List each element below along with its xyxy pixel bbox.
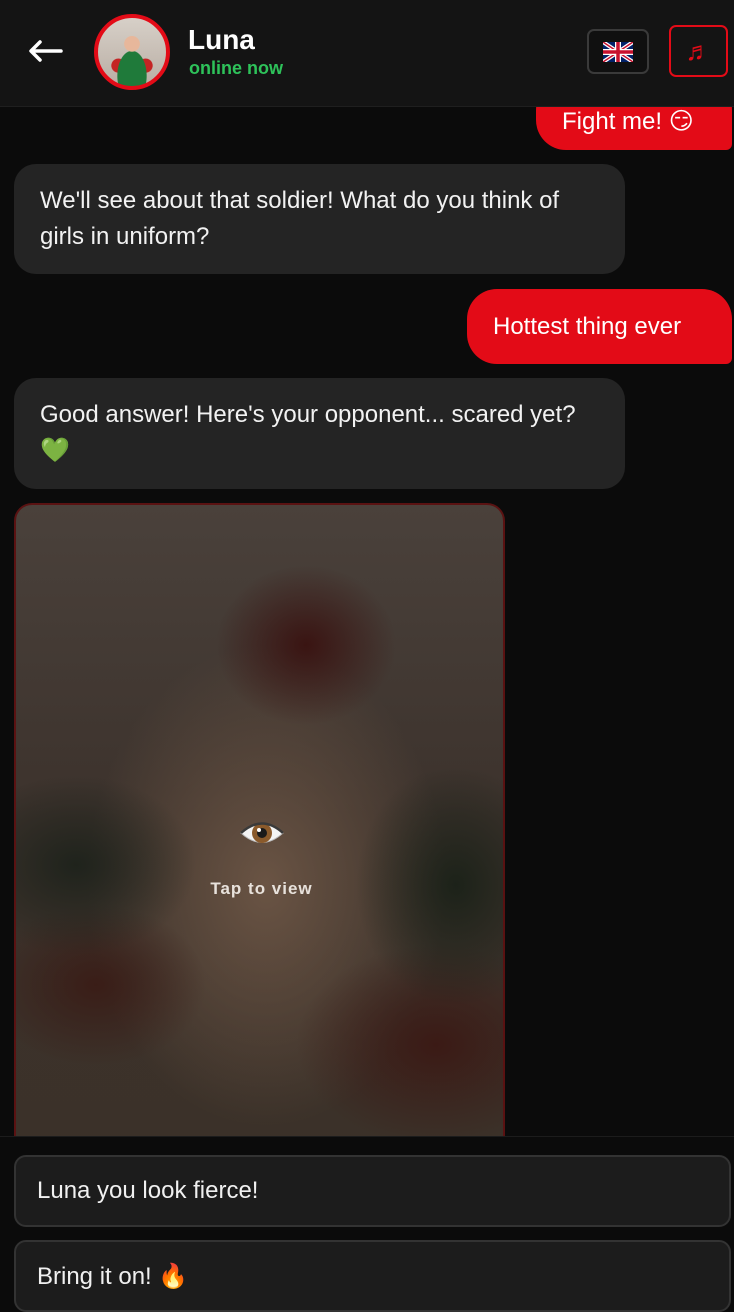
back-button[interactable] [22, 28, 68, 74]
arrow-left-icon [29, 40, 63, 62]
quick-replies: Luna you look fierce! Bring it on! 🔥 [0, 1136, 734, 1312]
chat-messages[interactable]: Fight me! 😏 We'll see about that soldier… [0, 0, 734, 1136]
message-bot-2: Good answer! Here's your opponent... sca… [14, 378, 625, 489]
music-toggle-button[interactable]: ♬ [669, 25, 728, 77]
quick-reply-text: Luna you look fierce! [37, 1177, 259, 1204]
language-button[interactable] [587, 29, 649, 74]
chat-header: Luna online now ♬ [0, 0, 734, 107]
music-note-icon: ♬ [685, 35, 712, 66]
quick-reply-button[interactable]: Bring it on! 🔥 [14, 1240, 731, 1312]
message-text: Good answer! Here's your opponent... sca… [40, 401, 576, 464]
contact-name: Luna [188, 24, 255, 55]
message-text: Hottest thing ever [493, 312, 682, 340]
quick-reply-text: Bring it on! 🔥 [37, 1262, 189, 1290]
message-text: We'll see about that soldier! What do yo… [40, 187, 560, 250]
quick-reply-button[interactable]: Luna you look fierce! [14, 1155, 731, 1227]
message-text: Fight me! 😏 [562, 108, 694, 135]
online-status: online now [189, 58, 283, 78]
avatar[interactable] [94, 14, 170, 90]
tap-to-view-label: Tap to view [210, 879, 313, 898]
uk-flag-icon [603, 41, 633, 62]
eye-icon [240, 822, 284, 843]
message-user-2: Hottest thing ever [467, 289, 732, 364]
blurred-photo[interactable]: Tap to view [14, 503, 505, 1136]
message-bot-1: We'll see about that soldier! What do yo… [14, 164, 625, 274]
